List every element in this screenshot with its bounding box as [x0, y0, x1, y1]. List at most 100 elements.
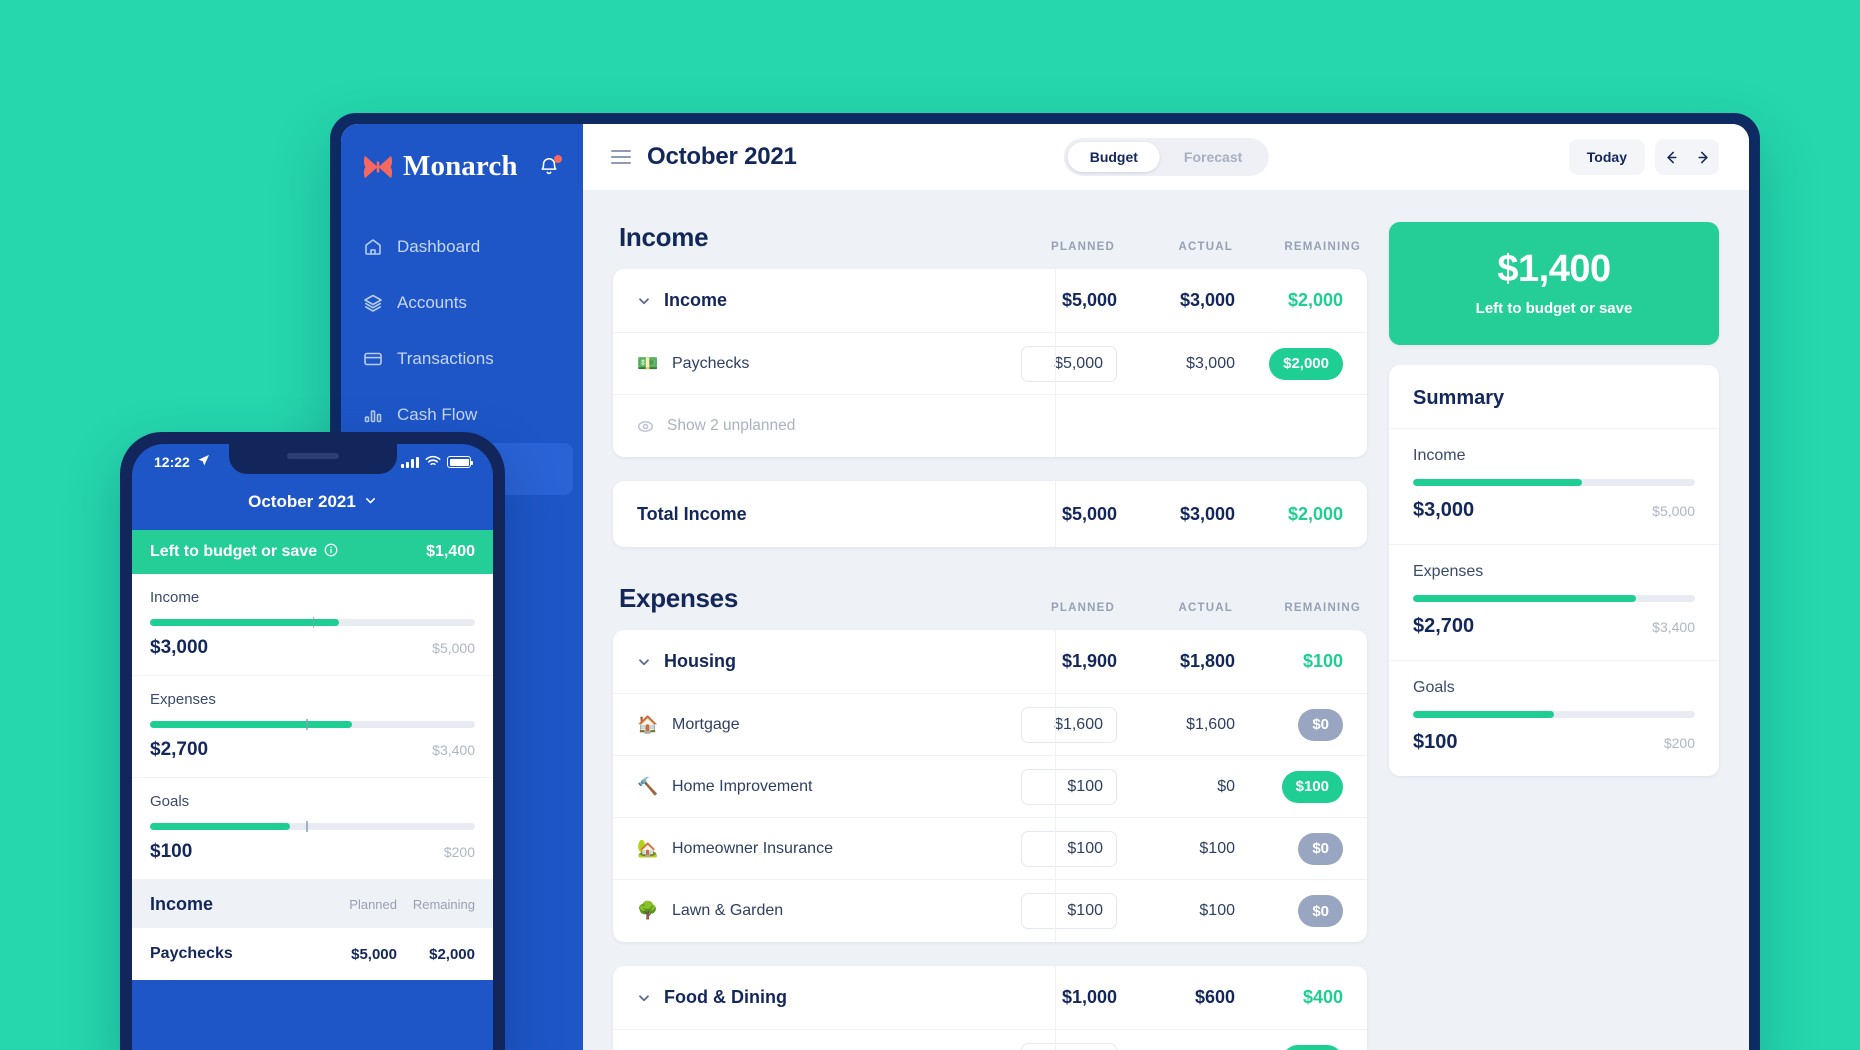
- credit-card-icon: [363, 349, 383, 369]
- hammer-icon: 🔨: [637, 776, 659, 796]
- progress-bar: [1413, 595, 1695, 602]
- phone-row-remaining: $2,000: [429, 945, 475, 963]
- table-row[interactable]: 🍏 Groceries $800 $600 $200: [613, 1030, 1367, 1050]
- progress-bar: [150, 719, 475, 730]
- group-planned: $5,000: [1061, 290, 1117, 310]
- actual-value: $0: [1217, 777, 1235, 795]
- notification-bell-icon[interactable]: [539, 154, 562, 179]
- table-row[interactable]: 🏡 Homeowner Insurance $100 $100 $0: [613, 818, 1367, 880]
- summary-current: $100: [1413, 731, 1458, 753]
- hamburger-menu-icon[interactable]: [611, 150, 631, 164]
- house-icon: 🏠: [637, 714, 659, 734]
- column-header-actual: ACTUAL: [1178, 602, 1233, 614]
- progress-bar: [150, 617, 475, 628]
- planned-input[interactable]: $5,000: [1021, 345, 1117, 382]
- table-row[interactable]: 💵 Paychecks $5,000 $3,000 $2,000: [613, 333, 1367, 395]
- total-planned: $5,000: [1061, 503, 1117, 524]
- summary-card: Summary Income $3,000 $5,000 Expenses $2…: [1389, 365, 1719, 776]
- actual-value: $1,600: [1186, 715, 1235, 733]
- column-header-remaining: REMAINING: [1284, 602, 1361, 614]
- eye-icon: [637, 418, 654, 435]
- show-unplanned-row[interactable]: Show 2 unplanned: [613, 395, 1367, 457]
- group-row[interactable]: Housing $1,900 $1,800 $100: [613, 630, 1367, 694]
- sidebar-item-dashboard[interactable]: Dashboard: [341, 219, 583, 275]
- chevron-down-icon[interactable]: [637, 294, 651, 308]
- remaining-badge: $0: [1298, 895, 1343, 927]
- summary-label: Income: [1413, 447, 1466, 464]
- budget-forecast-toggle[interactable]: Budget Forecast: [1063, 138, 1269, 176]
- phone-block-total: $200: [443, 844, 475, 860]
- phone-column-planned: Planned: [349, 896, 397, 912]
- group-row[interactable]: Food & Dining $1,000 $600 $400: [613, 966, 1367, 1030]
- planned-input[interactable]: $100: [1021, 893, 1117, 929]
- summary-column: $1,400 Left to budget or save Summary In…: [1389, 222, 1719, 1050]
- food-dining-group-card: Food & Dining $1,000 $600 $400 🍏 Groceri…: [613, 966, 1367, 1050]
- planned-input[interactable]: $100: [1021, 830, 1117, 867]
- budget-column: Income PLANNED ACTUAL REMAINING Income $…: [613, 222, 1367, 1050]
- group-actual: $600: [1194, 987, 1235, 1007]
- tab-forecast[interactable]: Forecast: [1162, 142, 1264, 172]
- layers-icon: [363, 293, 383, 313]
- chevron-down-icon[interactable]: [637, 655, 651, 669]
- butterfly-logo-icon: [363, 153, 393, 181]
- group-remaining: $400: [1302, 987, 1343, 1007]
- planned-input[interactable]: $800: [1021, 1043, 1117, 1050]
- column-header-actual: ACTUAL: [1178, 241, 1233, 253]
- sidebar-item-accounts[interactable]: Accounts: [341, 275, 583, 331]
- chevron-down-icon[interactable]: [637, 991, 651, 1005]
- tab-budget[interactable]: Budget: [1067, 142, 1160, 172]
- phone-block-current: $2,700: [150, 739, 209, 760]
- phone-column-remaining[interactable]: Remaining: [397, 897, 475, 912]
- money-icon: 💵: [637, 353, 659, 373]
- section-header-income: Income PLANNED ACTUAL REMAINING: [613, 222, 1367, 269]
- sidebar-item-label: Dashboard: [397, 237, 481, 256]
- arrow-right-icon[interactable]: [1687, 149, 1719, 166]
- arrow-left-icon[interactable]: [1655, 149, 1687, 166]
- laptop-frame: Monarch Dashboard Accounts Transactions …: [330, 113, 1760, 1050]
- today-button[interactable]: Today: [1568, 139, 1645, 175]
- summary-total: $200: [1663, 735, 1695, 751]
- progress-bar: [1413, 711, 1695, 718]
- category-name: Mortgage: [672, 715, 740, 733]
- sidebar-item-transactions[interactable]: Transactions: [341, 331, 583, 387]
- phone-banner-label: Left to budget or save: [150, 543, 318, 560]
- top-bar: October 2021 Budget Forecast Today: [583, 124, 1749, 190]
- phone-screen: 12:22 October 2021 Left to budget or sav…: [132, 444, 493, 1050]
- phone-block-total: $5,000: [432, 640, 475, 656]
- summary-label: Expenses: [1413, 563, 1484, 580]
- battery-full-icon: [447, 456, 473, 468]
- category-name: Homeowner Insurance: [672, 839, 833, 857]
- phone-table-header: Income Planned Remaining: [132, 880, 493, 928]
- show-unplanned-label: Show 2 unplanned: [667, 417, 796, 434]
- total-income-card: Total Income $5,000 $3,000 $2,000: [613, 481, 1367, 547]
- tree-icon: 🌳: [637, 901, 659, 920]
- planned-input[interactable]: $1,600: [1021, 706, 1117, 743]
- table-row[interactable]: 🏠 Mortgage $1,600 $1,600 $0: [613, 694, 1367, 756]
- group-name: Income: [664, 290, 728, 310]
- planned-input[interactable]: $100: [1021, 768, 1117, 805]
- phone-period-title[interactable]: October 2021: [132, 480, 493, 530]
- phone-block-label: Goals: [150, 793, 190, 810]
- month-nav: [1655, 139, 1719, 175]
- remaining-badge: $200: [1281, 1045, 1343, 1050]
- phone-table-section: Income: [150, 893, 214, 914]
- content-area: Income PLANNED ACTUAL REMAINING Income $…: [583, 190, 1749, 1050]
- info-circle-icon[interactable]: [324, 543, 338, 562]
- summary-title: Summary: [1413, 387, 1505, 409]
- table-row[interactable]: 🔨 Home Improvement $100 $0 $100: [613, 756, 1367, 818]
- status-time: 12:22: [154, 454, 190, 470]
- phone-table-row[interactable]: Paychecks $5,000 $2,000: [132, 928, 493, 980]
- group-row[interactable]: Income $5,000 $3,000 $2,000: [613, 269, 1367, 333]
- phone-block-label: Income: [150, 589, 200, 606]
- phone-block-current: $3,000: [150, 637, 209, 658]
- remaining-badge: $2,000: [1269, 347, 1343, 380]
- table-row[interactable]: 🌳 Lawn & Garden $100 $100 $0: [613, 880, 1367, 942]
- phone-block-total: $3,400: [432, 742, 475, 758]
- phone-summary-body: Income $3,000 $5,000 Expenses $2,700 $3,…: [132, 574, 493, 980]
- category-name: Home Improvement: [672, 777, 813, 795]
- category-name: Lawn & Garden: [672, 902, 784, 919]
- group-actual: $1,800: [1179, 651, 1235, 671]
- progress-bar: [150, 821, 475, 832]
- income-group-card: Income $5,000 $3,000 $2,000 💵 Paychecks …: [613, 269, 1367, 457]
- summary-current: $2,700: [1413, 615, 1475, 637]
